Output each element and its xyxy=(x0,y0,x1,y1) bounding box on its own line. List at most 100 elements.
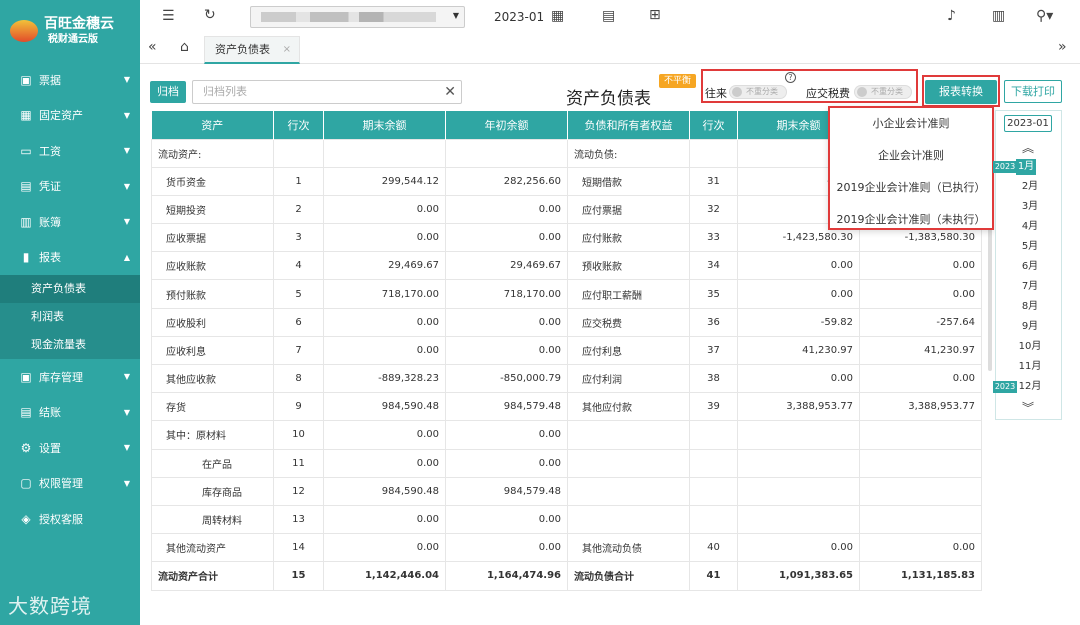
table-cell[interactable]: 0.00 xyxy=(859,251,982,281)
table-cell[interactable]: 0.00 xyxy=(323,420,446,450)
table-cell[interactable]: 0.00 xyxy=(445,194,568,225)
sidebar-subitem[interactable]: 利润表 xyxy=(0,303,140,331)
month-picker-year[interactable]: 2023-01 xyxy=(1004,115,1052,132)
table-cell[interactable]: 0.00 xyxy=(323,533,446,563)
table-cell[interactable]: 0.00 xyxy=(323,504,446,535)
table-cell[interactable]: 41,230.97 xyxy=(859,335,982,366)
table-cell[interactable]: -257.64 xyxy=(859,307,982,337)
chevron-up-icon[interactable]: ︽ xyxy=(1022,139,1034,156)
table-cell[interactable]: -850,000.79 xyxy=(445,363,568,394)
sidebar-subitem[interactable]: 现金流量表 xyxy=(0,331,140,359)
month-item[interactable]: 1月 xyxy=(1016,159,1036,175)
collapse-menu-icon[interactable]: ☰ xyxy=(162,8,175,24)
table-cell[interactable]: 0.00 xyxy=(859,533,982,563)
month-item[interactable]: 9月 xyxy=(1018,319,1042,335)
chevron-down-icon[interactable]: ︾ xyxy=(1022,399,1034,416)
table-cell[interactable]: 718,170.00 xyxy=(445,279,568,309)
table-cell[interactable]: 984,579.48 xyxy=(445,392,568,422)
table-cell[interactable]: 29,469.67 xyxy=(445,251,568,281)
table-cell[interactable]: 0.00 xyxy=(445,448,568,478)
sidebar-item-receipt[interactable]: ▣ 票据 ▼ xyxy=(0,62,140,98)
sidebar-item-shield[interactable]: ◈ 授权客服 xyxy=(0,501,140,537)
apps-icon[interactable]: ⊞ xyxy=(649,7,661,23)
archive-list-input[interactable]: 归档列表 ✕ xyxy=(192,80,462,104)
home-icon[interactable]: ⌂ xyxy=(180,39,189,55)
month-item[interactable]: 12月 xyxy=(1018,379,1042,395)
collapse-left-icon[interactable]: « xyxy=(148,39,157,55)
table-cell[interactable]: 0.00 xyxy=(445,504,568,535)
table-cell[interactable]: 0.00 xyxy=(323,194,446,225)
sidebar-subitem[interactable]: 资产负债表 xyxy=(0,275,140,303)
month-item[interactable]: 4月 xyxy=(1018,219,1042,235)
month-item[interactable]: 8月 xyxy=(1018,299,1042,315)
table-cell[interactable]: 1,131,185.83 xyxy=(859,561,982,591)
dropdown-option[interactable]: 2019企业会计准则（已执行） xyxy=(830,172,992,204)
help-icon[interactable]: ? xyxy=(785,72,796,83)
month-item[interactable]: 6月 xyxy=(1018,259,1042,275)
archive-button[interactable]: 归档 xyxy=(150,81,186,103)
toggle-tax-switch[interactable]: 不重分类 xyxy=(854,85,912,99)
table-cell[interactable]: 41,230.97 xyxy=(737,335,860,366)
sidebar-item-inventory[interactable]: ▣ 库存管理 ▼ xyxy=(0,359,140,395)
dropdown-option[interactable]: 2019企业会计准则（未执行） xyxy=(830,204,992,236)
sidebar-item-close-books[interactable]: ▤ 结账 ▼ xyxy=(0,395,140,431)
table-cell[interactable]: 984,590.48 xyxy=(323,476,446,506)
table-cell[interactable]: 0.00 xyxy=(737,279,860,309)
sidebar-item-gear[interactable]: ⚙ 设置 ▼ xyxy=(0,430,140,466)
table-cell[interactable]: 0.00 xyxy=(323,335,446,366)
month-item[interactable]: 11月 xyxy=(1018,359,1042,375)
table-cell[interactable]: 299,544.12 xyxy=(323,166,446,196)
table-cell[interactable]: 282,256.60 xyxy=(445,166,568,196)
expand-right-icon[interactable]: » xyxy=(1058,39,1067,55)
sidebar-item-permission[interactable]: ▢ 权限管理 ▼ xyxy=(0,466,140,502)
brand-logo[interactable]: 百旺金穗云 税财通云版 xyxy=(0,0,140,62)
table-cell[interactable]: -889,328.23 xyxy=(323,363,446,394)
table-cell[interactable]: 1,164,474.96 xyxy=(445,561,568,591)
table-cell[interactable]: 29,469.67 xyxy=(323,251,446,281)
table-cell[interactable]: 3,388,953.77 xyxy=(859,392,982,422)
tab-balance-sheet[interactable]: 资产负债表 × xyxy=(204,36,300,64)
dropdown-option[interactable]: 企业会计准则 xyxy=(830,140,992,172)
sidebar-item-building[interactable]: ▦ 固定资产 ▼ xyxy=(0,98,140,134)
sidebar-item-voucher[interactable]: ▤ 凭证 ▼ xyxy=(0,169,140,205)
table-cell[interactable]: 718,170.00 xyxy=(323,279,446,309)
month-item[interactable]: 2月 xyxy=(1018,179,1042,195)
table-cell[interactable]: 0.00 xyxy=(445,420,568,450)
calendar-icon[interactable]: ▦ xyxy=(551,8,564,24)
refresh-icon[interactable]: ↻ xyxy=(204,7,216,23)
period-label[interactable]: 2023-01 xyxy=(494,10,544,24)
sidebar-item-ledger[interactable]: ▥ 账簿 ▼ xyxy=(0,204,140,240)
table-cell[interactable]: 3,388,953.77 xyxy=(737,392,860,422)
month-item[interactable]: 10月 xyxy=(1018,339,1042,355)
table-cell[interactable]: -59.82 xyxy=(737,307,860,337)
convert-report-button[interactable]: 报表转换 xyxy=(925,80,997,104)
table-cell[interactable]: 0.00 xyxy=(737,363,860,394)
table-cell[interactable]: 0.00 xyxy=(445,223,568,253)
table-cell[interactable]: 0.00 xyxy=(859,279,982,309)
bell-icon[interactable]: ♪ xyxy=(947,8,956,24)
sidebar-item-chart[interactable]: ▮ 报表 ▲ xyxy=(0,240,140,276)
table-cell[interactable]: 984,579.48 xyxy=(445,476,568,506)
table-cell[interactable]: 0.00 xyxy=(323,223,446,253)
close-icon[interactable]: × xyxy=(283,37,291,63)
user-icon[interactable]: ⚲▾ xyxy=(1036,8,1053,24)
table-cell[interactable]: 0.00 xyxy=(445,533,568,563)
month-item[interactable]: 3月 xyxy=(1018,199,1042,215)
table-cell[interactable]: 1,142,446.04 xyxy=(323,561,446,591)
table-cell[interactable]: 0.00 xyxy=(323,448,446,478)
table-cell[interactable]: 1,091,383.65 xyxy=(737,561,860,591)
dropdown-option[interactable]: 小企业会计准则 xyxy=(830,108,992,140)
month-item[interactable]: 7月 xyxy=(1018,279,1042,295)
table-cell[interactable]: 0.00 xyxy=(323,307,446,337)
table-cell[interactable]: 0.00 xyxy=(737,533,860,563)
company-select[interactable]: ▼ xyxy=(250,6,465,28)
clear-icon[interactable]: ✕ xyxy=(444,81,456,103)
download-print-button[interactable]: 下载打印 xyxy=(1004,80,1062,103)
table-cell[interactable]: 0.00 xyxy=(859,363,982,394)
month-item[interactable]: 5月 xyxy=(1018,239,1042,255)
calculator-icon[interactable]: ▥ xyxy=(992,8,1005,24)
table-cell[interactable]: 984,590.48 xyxy=(323,392,446,422)
table-cell[interactable]: 0.00 xyxy=(445,335,568,366)
notes-icon[interactable]: ▤ xyxy=(602,8,615,24)
sidebar-item-monitor[interactable]: ▭ 工资 ▼ xyxy=(0,133,140,169)
